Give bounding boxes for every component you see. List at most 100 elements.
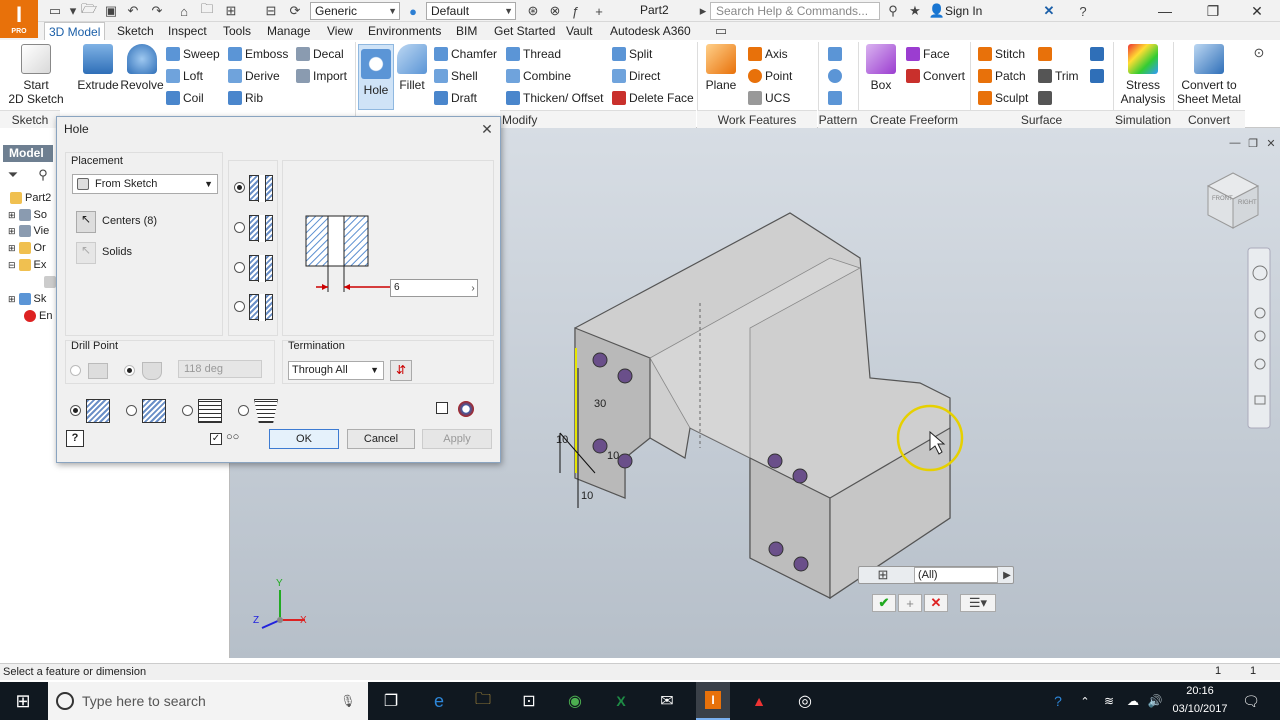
open-folder-icon[interactable]: 🗁 bbox=[80, 1, 98, 20]
thread-button[interactable]: Thread bbox=[506, 45, 561, 63]
browser-item-end-of-part[interactable]: En bbox=[24, 308, 52, 324]
dialog-close-icon[interactable]: ✕ bbox=[478, 120, 496, 138]
diameter-arrow-icon[interactable]: › bbox=[464, 279, 482, 297]
drill-flat-radio[interactable] bbox=[70, 365, 81, 376]
box-button[interactable]: Box bbox=[864, 44, 898, 92]
edge-browser-icon[interactable]: e bbox=[424, 682, 454, 720]
material-combo[interactable]: Generic ▼ bbox=[310, 2, 400, 20]
repair-icon[interactable] bbox=[1090, 67, 1104, 85]
shell-button[interactable]: Shell bbox=[434, 67, 478, 85]
help-icon[interactable]: ? bbox=[1074, 2, 1092, 20]
file-explorer-icon[interactable]: 🗀 bbox=[468, 682, 498, 720]
hole-type-simple-radio[interactable] bbox=[234, 182, 245, 193]
select-icon[interactable]: ⊞ bbox=[222, 2, 240, 20]
circular-pattern-icon[interactable] bbox=[828, 67, 842, 85]
model-browser-tab[interactable]: Model bbox=[3, 145, 53, 162]
help-search-input[interactable]: Search Help & Commands... bbox=[710, 2, 880, 20]
tab-bim[interactable]: BIM bbox=[452, 22, 481, 40]
tab-manage[interactable]: Manage bbox=[263, 22, 314, 40]
part-geometry[interactable] bbox=[574, 212, 951, 600]
coil-button[interactable]: Coil bbox=[166, 89, 204, 107]
convert-to-sheet-metal-button[interactable]: Convert to Sheet Metal bbox=[1175, 44, 1243, 106]
trim-button[interactable]: Trim bbox=[1038, 67, 1079, 85]
solids-selector-button[interactable]: ↖ bbox=[76, 242, 96, 264]
inventor-taskbar-icon[interactable]: I bbox=[696, 682, 730, 720]
tab-vault[interactable]: Vault bbox=[562, 22, 596, 40]
update-icon[interactable]: ⟳ bbox=[286, 2, 304, 20]
hole-button[interactable]: Hole bbox=[358, 44, 394, 110]
app-logo[interactable]: I PRO bbox=[0, 0, 38, 38]
rectangular-pattern-icon[interactable] bbox=[828, 45, 842, 63]
tab-tools[interactable]: Tools bbox=[219, 22, 255, 40]
ribbon-options-icon[interactable]: ▭ bbox=[712, 22, 730, 40]
split-button[interactable]: Split bbox=[612, 45, 652, 63]
decal-button[interactable]: Decal bbox=[296, 45, 344, 63]
hole-type-countersink-radio[interactable] bbox=[234, 301, 245, 312]
thicken-offset-button[interactable]: Thicken/ Offset bbox=[506, 89, 603, 107]
draft-button[interactable]: Draft bbox=[434, 89, 477, 107]
preview-checkbox[interactable]: ✓ bbox=[210, 433, 222, 445]
tray-chevron-icon[interactable]: ⌃ bbox=[1076, 682, 1094, 720]
group-modify[interactable]: Modify bbox=[500, 110, 696, 128]
browser-item-solid[interactable]: ⊞ So bbox=[8, 207, 47, 223]
dimension-10-bottom[interactable]: 10 bbox=[581, 490, 593, 502]
stitch-button[interactable]: Stitch bbox=[978, 45, 1025, 63]
mail-icon[interactable]: ✉ bbox=[652, 682, 682, 720]
viewport-close-icon[interactable]: ✕ bbox=[1262, 134, 1280, 152]
help-button[interactable]: ? bbox=[66, 430, 84, 447]
wifi-icon[interactable]: ≋ bbox=[1098, 682, 1120, 720]
binoculars-icon[interactable]: ⚲ bbox=[884, 2, 902, 20]
delete-face-button[interactable]: Delete Face bbox=[612, 89, 694, 107]
loft-button[interactable]: Loft bbox=[166, 67, 203, 85]
windows-start-icon[interactable]: ⊞ bbox=[0, 682, 46, 720]
favorites-star-icon[interactable]: ★ bbox=[906, 2, 924, 20]
browser-item-part2[interactable]: Part2 bbox=[10, 190, 51, 206]
drill-angle-radio[interactable] bbox=[124, 365, 135, 376]
notifications-icon[interactable]: 🗨 bbox=[1236, 682, 1266, 720]
undo-icon[interactable]: ↶ bbox=[124, 2, 142, 20]
viewport-minimize-icon[interactable]: — bbox=[1226, 134, 1244, 152]
microphone-icon[interactable]: 🎙 bbox=[338, 682, 358, 720]
revolve-button[interactable]: Revolve bbox=[120, 44, 164, 92]
hole-taper-tapped-radio[interactable] bbox=[238, 405, 249, 416]
volume-icon[interactable]: 🔊 bbox=[1144, 682, 1166, 720]
plane-button[interactable]: Plane bbox=[702, 44, 740, 92]
excel-icon[interactable]: X bbox=[606, 682, 636, 720]
browser-item-origin[interactable]: ⊞ Or bbox=[8, 240, 46, 256]
ucs-button[interactable]: UCS bbox=[748, 89, 790, 107]
save-icon[interactable]: ▣ bbox=[102, 2, 120, 20]
tray-help-icon[interactable]: ? bbox=[1046, 682, 1070, 720]
new-file-icon[interactable]: ▭ bbox=[46, 2, 64, 20]
hole-type-counterbore-radio[interactable] bbox=[234, 222, 245, 233]
tab-view[interactable]: View bbox=[323, 22, 357, 40]
recorder-icon[interactable]: ◎ bbox=[790, 682, 820, 720]
stress-analysis-button[interactable]: Stress Analysis bbox=[1116, 44, 1170, 106]
patch-button[interactable]: Patch bbox=[978, 67, 1026, 85]
hole-type-spotface-radio[interactable] bbox=[234, 262, 245, 273]
appearance-override-icon[interactable]: ⊛ bbox=[524, 2, 542, 20]
tab-autodesk-a360[interactable]: Autodesk A360 bbox=[606, 22, 695, 40]
clear-override-icon[interactable]: ⊗ bbox=[546, 2, 564, 20]
apply-button[interactable]: Apply bbox=[422, 429, 492, 449]
redo-icon[interactable]: ↷ bbox=[148, 2, 166, 20]
start-2d-sketch-button[interactable]: Start 2D Sketch bbox=[6, 44, 66, 106]
dimension-30[interactable]: 30 bbox=[594, 398, 606, 410]
apply-add-icon[interactable]: + bbox=[898, 594, 922, 612]
flip-direction-button[interactable]: ⇵ bbox=[390, 360, 412, 381]
sign-in-link[interactable]: Sign In bbox=[945, 4, 982, 18]
taskbar-time[interactable]: 20:16 bbox=[1170, 685, 1230, 697]
viewport-restore-icon[interactable]: ❐ bbox=[1244, 134, 1262, 152]
browser-item-view[interactable]: ⊞ Vie bbox=[8, 223, 49, 239]
chamfer-button[interactable]: Chamfer bbox=[434, 45, 497, 63]
extend-icon[interactable] bbox=[1038, 45, 1052, 63]
sculpt-button[interactable]: Sculpt bbox=[978, 89, 1028, 107]
browser-item-extrusion[interactable]: ⊟ Ex bbox=[8, 257, 46, 273]
onedrive-icon[interactable]: ☁ bbox=[1122, 682, 1144, 720]
selection-filter-icon[interactable]: ⊞ bbox=[874, 566, 892, 584]
open-project-icon[interactable]: 🗀 bbox=[198, 1, 216, 20]
filter-icon[interactable]: ⏷ bbox=[4, 166, 22, 184]
replace-face-icon[interactable] bbox=[1038, 89, 1052, 107]
toolbar-arrow-icon[interactable]: ▶ bbox=[998, 566, 1016, 584]
apply-check-icon[interactable]: ✔ bbox=[872, 594, 896, 612]
direct-button[interactable]: Direct bbox=[612, 67, 660, 85]
